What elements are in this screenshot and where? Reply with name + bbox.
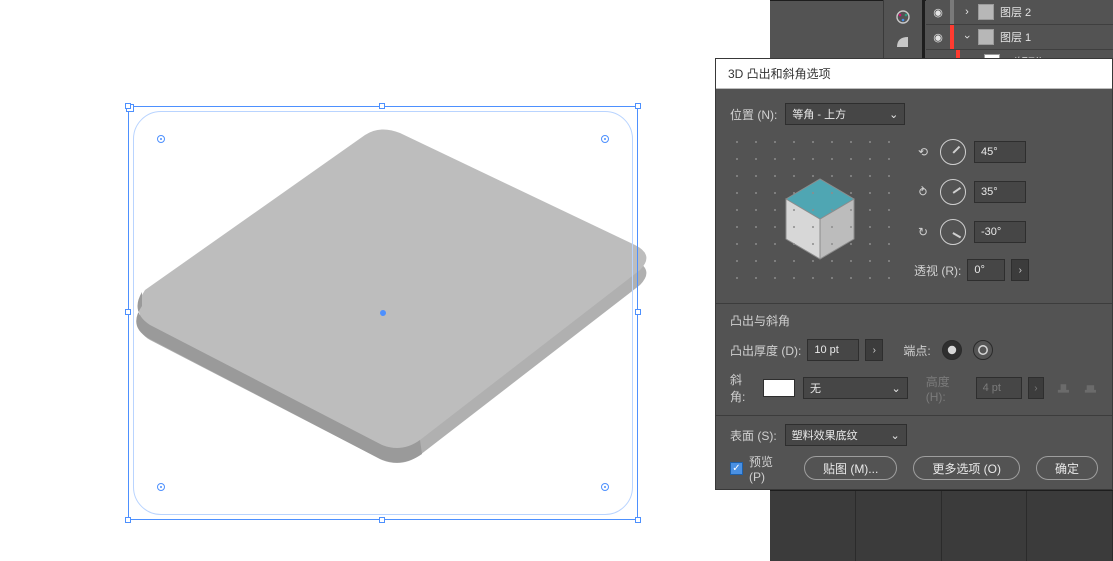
more-options-button[interactable]: 更多选项 (O) [913,456,1020,480]
layer-label: 图层 2 [1000,4,1031,20]
angle-z-field[interactable] [974,221,1026,243]
perspective-stepper[interactable]: › [1011,259,1029,281]
position-value: 等角 - 上方 [792,106,846,122]
layer-row-2[interactable]: ◉ › 图层 1 [926,25,1113,50]
angle-y-field[interactable] [974,181,1026,203]
disclosure-icon[interactable]: › [958,6,976,18]
cap-on-button[interactable] [942,340,962,360]
surface-value: 塑料效果底纹 [792,427,858,443]
bevel-height-label: 高度 (H): [926,373,970,404]
extrude-depth-stepper[interactable]: › [865,339,883,361]
handle-bot-mid[interactable] [379,517,385,523]
rotate-x-icon: ⟲ [914,145,932,159]
artboard-canvas[interactable] [0,0,715,561]
rotate-y-icon: ⥁ [914,185,932,199]
bevel-label: 斜角: [730,371,755,405]
position-select[interactable]: 等角 - 上方 ⌄ [785,103,905,125]
corner-widget-br[interactable] [601,483,609,491]
surface-select[interactable]: 塑料效果底纹 ⌄ [785,424,907,446]
corner-widget-bl[interactable] [157,483,165,491]
angle-dial-z[interactable] [940,219,966,245]
ok-button[interactable]: 确定 [1036,456,1098,480]
handle-bot-left[interactable] [125,517,131,523]
position-label: 位置 (N): [730,106,777,123]
extrude-depth-field[interactable] [807,339,859,361]
angle-x-field[interactable] [974,141,1026,163]
divider [716,415,1112,416]
chevron-down-icon: ⌄ [892,382,901,395]
perspective-field[interactable] [967,259,1005,281]
handle-bot-right[interactable] [635,517,641,523]
shape-tool-icon[interactable] [894,33,912,51]
layer-row-1[interactable]: ◉ › 图层 2 [926,0,1113,25]
handle-mid-right[interactable] [635,309,641,315]
extrude-depth-label: 凸出厚度 (D): [730,342,801,359]
handle-mid-left[interactable] [125,309,131,315]
bevel-in-icon [1056,380,1071,396]
layer-label: 图层 1 [1000,29,1031,45]
map-art-button[interactable]: 贴图 (M)... [804,456,897,480]
chevron-down-icon: ⌄ [890,429,899,442]
layer-swatch [978,29,994,45]
section-extrude-title: 凸出与斜角 [730,312,1098,329]
rotation-trackcube[interactable] [730,135,900,295]
handle-top-right[interactable] [635,103,641,109]
dialog-footer: ✓ 预览 (P) 贴图 (M)... 更多选项 (O) 确定 [716,447,1112,489]
bevel-select[interactable]: 无 ⌄ [803,377,908,399]
disclosure-icon[interactable]: › [961,28,973,46]
tool-column [884,0,922,58]
perspective-label: 透视 (R): [914,262,961,279]
bevel-swatch [763,379,795,397]
bevel-out-icon [1083,380,1098,396]
swatches-icon[interactable] [894,8,912,26]
surface-label: 表面 (S): [730,427,777,444]
visibility-icon[interactable]: ◉ [926,31,950,44]
bevel-height-field [976,377,1022,399]
chevron-down-icon: ⌄ [889,108,898,121]
cap-off-button[interactable] [973,340,993,360]
layer-swatch [978,4,994,20]
corner-widget-tl[interactable] [157,135,165,143]
rotate-z-icon: ↻ [914,225,932,239]
bevel-value: 无 [810,380,821,396]
panel-divider [922,0,925,58]
cube-preview[interactable] [766,165,874,273]
preview-label: 预览 (P) [749,453,788,484]
preview-checkbox[interactable]: ✓ [730,462,743,475]
divider [716,303,1112,304]
corner-widget-tr[interactable] [601,135,609,143]
dialog-3d-extrude-bevel: 3D 凸出和斜角选项 位置 (N): 等角 - 上方 ⌄ [715,58,1113,490]
panel-strip-bottom [770,490,1113,561]
selection-bounding-box[interactable] [128,106,638,520]
handle-top-left[interactable] [125,103,131,109]
center-point[interactable] [380,310,386,316]
dialog-title: 3D 凸出和斜角选项 [716,59,1112,89]
cap-label: 端点: [903,342,930,359]
bevel-height-stepper: › [1028,377,1045,399]
handle-top-mid[interactable] [379,103,385,109]
visibility-icon[interactable]: ◉ [926,6,950,19]
angle-dial-x[interactable] [940,139,966,165]
angle-dial-y[interactable] [940,179,966,205]
